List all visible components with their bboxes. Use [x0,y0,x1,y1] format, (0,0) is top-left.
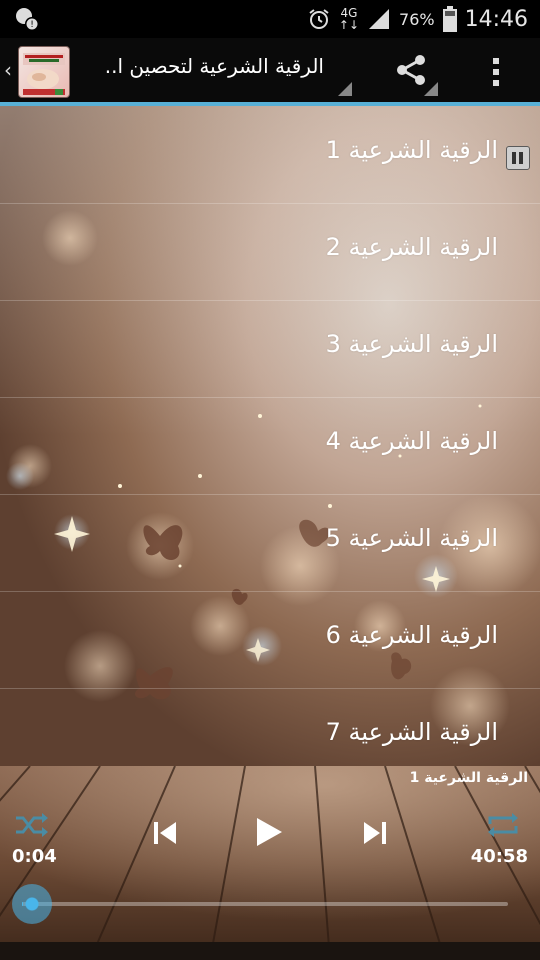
play-icon[interactable] [254,816,284,848]
track-label: الرقية الشرعية 5 [325,524,498,552]
clock: 14:46 [464,6,528,32]
back-chevron-icon[interactable]: ‹ [4,58,12,82]
repeat-icon[interactable] [486,812,520,838]
total-time: 40:58 [470,846,528,867]
battery-icon [442,6,457,32]
network-4g-icon: 4G ↑↓ [338,6,360,32]
svg-text:!: ! [30,20,34,30]
playlist: الرقية الشرعية 1 الرقية الشرعية 2 الرقية ا… [0,106,540,766]
track-label: الرقية الشرعية 2 [325,233,498,261]
track-row[interactable]: الرقية الشرعية 6 [0,591,540,689]
track-label: الرقية الشرعية 6 [325,621,498,649]
alarm-icon [309,9,329,29]
track-label: الرقية الشرعية 4 [325,427,498,455]
next-icon[interactable] [362,820,388,846]
title-spinner-indicator [338,82,352,96]
battery-percentage: 76% [399,9,435,29]
wood-floor-background [0,766,540,960]
app-logo-icon[interactable] [18,46,70,98]
signal-icon [369,9,390,29]
track-row[interactable]: الرقية الشرعية 2 [0,203,540,301]
track-label: الرقية الشرعية 3 [325,330,498,358]
previous-icon[interactable] [152,820,178,846]
action-bar: ‹ الرقية الشرعية لتحصين ا.. [0,38,540,102]
seek-thumb[interactable] [12,884,52,924]
elapsed-time: 0:04 [12,846,57,867]
track-label: الرقية الشرعية 1 [325,136,498,164]
status-bar: ! 4G ↑↓ 76% 14:46 [0,0,540,38]
share-spinner-indicator [424,82,438,96]
bottom-edge [0,942,540,960]
track-label: الرقية الشرعية 7 [325,718,498,746]
seek-bar[interactable] [22,902,508,906]
track-row[interactable]: الرقية الشرعية 1 [0,106,540,204]
notification-icon: ! [16,8,39,31]
now-playing-pause-icon [506,146,530,170]
track-row[interactable]: الرقية الشرعية 5 [0,494,540,592]
track-row[interactable]: الرقية الشرعية 7 [0,688,540,766]
track-row[interactable]: الرقية الشرعية 3 [0,300,540,398]
app-title[interactable]: الرقية الشرعية لتحصين ا.. [105,54,324,78]
track-row[interactable]: الرقية الشرعية 4 [0,397,540,495]
overflow-menu-icon[interactable] [488,54,504,90]
player-bar: الرقية الشرعية 1 0:04 40:58 [0,766,540,960]
shuffle-icon[interactable] [14,812,50,838]
now-playing-title: الرقية الشرعية 1 [409,770,528,786]
